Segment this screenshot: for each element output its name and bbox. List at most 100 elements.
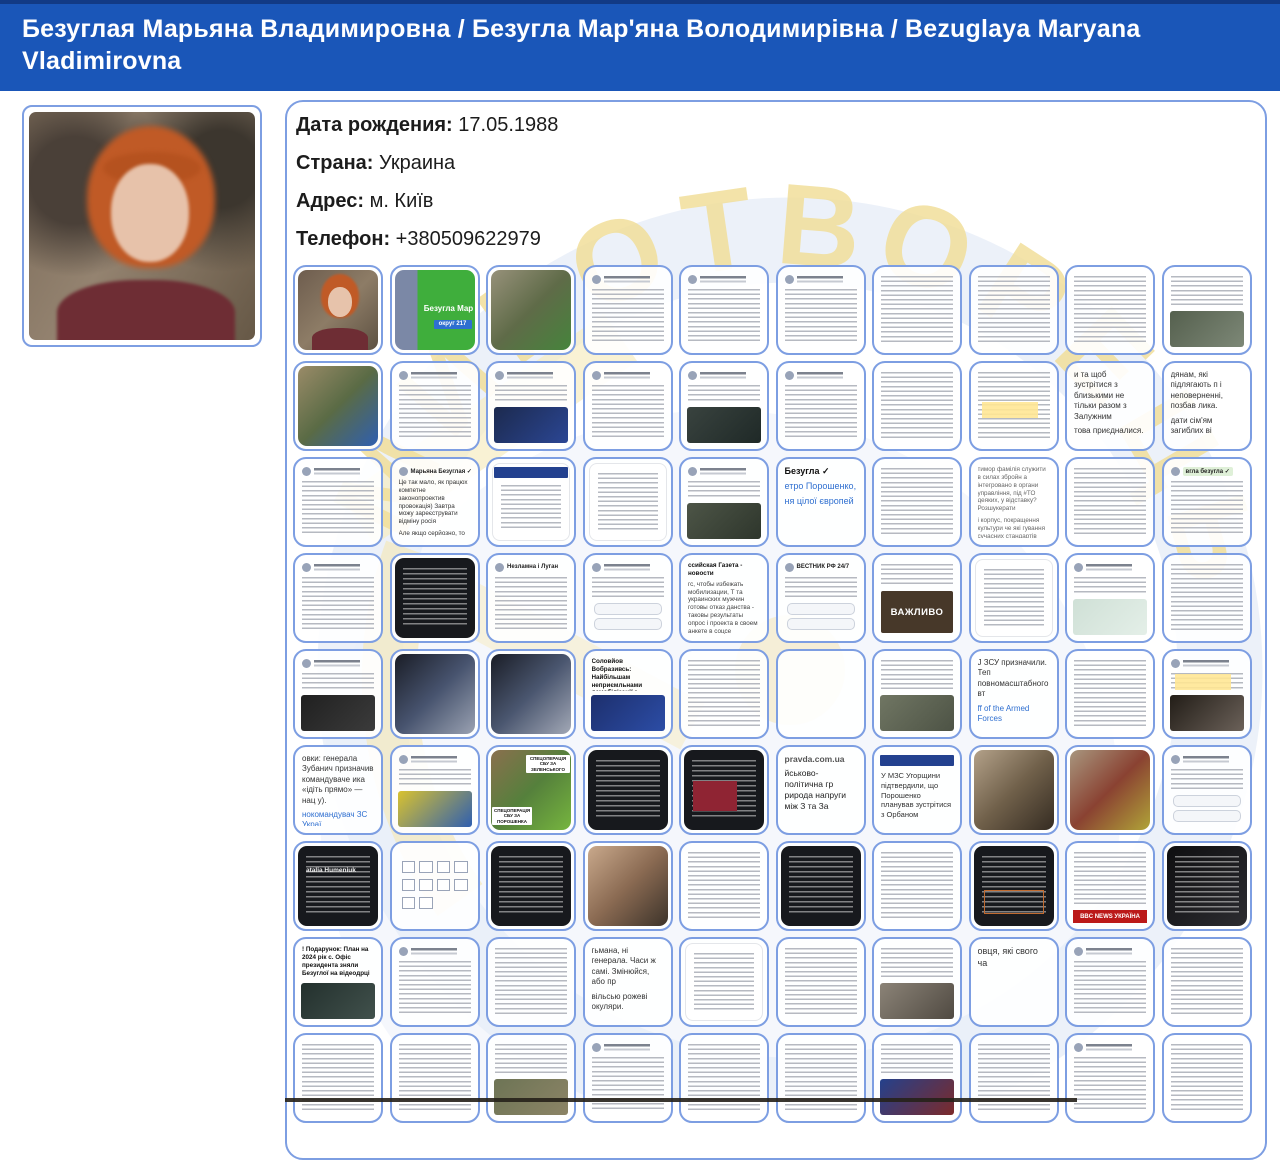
post-thumbnail[interactable] <box>776 361 866 451</box>
text-thumbnail[interactable] <box>872 1033 962 1123</box>
text-thumbnail[interactable] <box>776 937 866 1027</box>
text-thumbnail[interactable] <box>1065 265 1155 355</box>
post-thumbnail[interactable] <box>390 361 480 451</box>
text-thumbnail[interactable]: овця, які свого ча <box>969 937 1059 1027</box>
post-thumbnail[interactable] <box>293 457 383 547</box>
text-thumbnail[interactable] <box>1162 265 1252 355</box>
screenshot-thumbnail[interactable]: atalia Humeniuk <box>293 841 383 931</box>
photo-thumbnail[interactable] <box>293 265 383 355</box>
text-thumbnail[interactable] <box>390 1033 480 1123</box>
blank-thumbnail[interactable] <box>776 649 866 739</box>
post-thumbnail[interactable]: Марьяна Безуглая ✓Це так мало, як працюх… <box>390 457 480 547</box>
text-thumbnail[interactable] <box>679 649 769 739</box>
text-thumbnail[interactable] <box>1162 553 1252 643</box>
text-thumbnail[interactable] <box>872 937 962 1027</box>
poll-thumbnail[interactable] <box>583 553 673 643</box>
post-thumbnail[interactable] <box>1065 553 1155 643</box>
post-thumbnail[interactable] <box>776 265 866 355</box>
photo-thumbnail[interactable] <box>1065 745 1155 835</box>
photo-thumbnail[interactable] <box>293 361 383 451</box>
text-thumbnail[interactable] <box>872 457 962 547</box>
post-thumbnail[interactable] <box>1162 649 1252 739</box>
text-thumbnail[interactable]: pravda.com.uaйськово-політична гр рирода… <box>776 745 866 835</box>
post-thumbnail[interactable] <box>293 649 383 739</box>
post-thumbnail[interactable] <box>390 745 480 835</box>
photo-thumbnail[interactable] <box>969 745 1059 835</box>
post-thumbnail[interactable] <box>1065 937 1155 1027</box>
photo-thumbnail[interactable] <box>390 649 480 739</box>
text-thumbnail[interactable] <box>872 841 962 931</box>
photo-thumbnail[interactable] <box>583 841 673 931</box>
document-thumbnail[interactable] <box>969 553 1059 643</box>
screenshot-thumbnail[interactable] <box>390 553 480 643</box>
author-name-placeholder <box>507 372 553 379</box>
text-thumbnail[interactable] <box>1065 649 1155 739</box>
document-thumbnail[interactable] <box>486 457 576 547</box>
screenshot-thumbnail[interactable] <box>1162 841 1252 931</box>
text-thumbnail[interactable] <box>1162 937 1252 1027</box>
text-thumbnail[interactable]: Соловйов Вобразивсь: Найбільшам неприємл… <box>583 649 673 739</box>
text-thumbnail[interactable] <box>969 265 1059 355</box>
post-thumbnail[interactable] <box>679 265 769 355</box>
text-thumbnail[interactable]: и та щоб зустрітися з близькими не тільк… <box>1065 361 1155 451</box>
text-thumbnail[interactable] <box>679 841 769 931</box>
post-thumbnail[interactable] <box>293 553 383 643</box>
post-thumbnail[interactable] <box>679 457 769 547</box>
text-snippet: овки: генерала Зубанич призначив команду… <box>302 754 374 826</box>
text-thumbnail[interactable]: тимор фамілія служити в силах збройн а і… <box>969 457 1059 547</box>
post-thumbnail[interactable]: вгла безугла ✓ <box>1162 457 1252 547</box>
photo-thumbnail[interactable] <box>486 265 576 355</box>
text-thumbnail[interactable]: Безугла ✓етро Порошенко,ня цілої європей <box>776 457 866 547</box>
text-lines <box>881 468 953 536</box>
text-thumbnail[interactable]: гьмана, ні генерала. Часи ж самі. Змінюй… <box>583 937 673 1027</box>
screenshot-thumbnail[interactable] <box>776 841 866 931</box>
post-thumbnail[interactable] <box>583 265 673 355</box>
post-thumbnail[interactable] <box>679 361 769 451</box>
text-lines <box>694 953 754 1011</box>
diagram-thumbnail[interactable] <box>390 841 480 931</box>
text-thumbnail[interactable]: ! Подарунок: План на 2024 рік с. Офіс пр… <box>293 937 383 1027</box>
screenshot-thumbnail[interactable] <box>679 745 769 835</box>
post-header <box>302 657 374 669</box>
post-thumbnail[interactable] <box>583 361 673 451</box>
text-thumbnail[interactable] <box>1065 457 1155 547</box>
text-thumbnail[interactable] <box>872 265 962 355</box>
screenshot-thumbnail[interactable] <box>583 745 673 835</box>
text-thumbnail[interactable] <box>486 1033 576 1123</box>
text-thumbnail[interactable] <box>872 649 962 739</box>
post-thumbnail[interactable] <box>1065 1033 1155 1123</box>
author-name-placeholder <box>411 948 457 955</box>
text-thumbnail[interactable]: овки: генерала Зубанич призначив команду… <box>293 745 383 835</box>
text-thumbnail[interactable] <box>776 1033 866 1123</box>
screenshot-thumbnail[interactable] <box>969 841 1059 931</box>
text-thumbnail[interactable]: BBC NEWS УКРАЇНА <box>1065 841 1155 931</box>
text-thumbnail[interactable] <box>679 1033 769 1123</box>
thumbnail-image <box>687 503 761 539</box>
post-thumbnail[interactable] <box>583 1033 673 1123</box>
avatar-icon <box>495 371 504 380</box>
text-thumbnail[interactable]: J ЗСУ призначили. Теп повномасштабного в… <box>969 649 1059 739</box>
text-thumbnail[interactable] <box>872 361 962 451</box>
screenshot-thumbnail[interactable] <box>486 841 576 931</box>
photo-thumbnail[interactable] <box>486 649 576 739</box>
post-thumbnail[interactable] <box>486 361 576 451</box>
text-thumbnail[interactable] <box>969 1033 1059 1123</box>
photo-thumbnail[interactable]: СПЕЦОПЕРАЦІЯ СБУ ЗА ЗЕЛЕНСЬКОГОСПЕЦОПЕРА… <box>486 745 576 835</box>
post-header <box>399 753 471 765</box>
post-thumbnail[interactable]: Незламна і Луган <box>486 553 576 643</box>
poll-thumbnail[interactable]: ВЕСТНИК РФ 24/7 <box>776 553 866 643</box>
text-thumbnail[interactable] <box>486 937 576 1027</box>
text-thumbnail[interactable] <box>1162 1033 1252 1123</box>
text-thumbnail[interactable] <box>293 1033 383 1123</box>
document-thumbnail[interactable] <box>583 457 673 547</box>
document-thumbnail[interactable] <box>679 937 769 1027</box>
text-thumbnail[interactable]: У МЗС Угорщини підтвердили, що Порошенко… <box>872 745 962 835</box>
thumbnail-image <box>494 1079 568 1115</box>
post-thumbnail[interactable] <box>390 937 480 1027</box>
photo-thumbnail[interactable]: Безугла Марокруг 217 <box>390 265 480 355</box>
text-thumbnail[interactable] <box>969 361 1059 451</box>
announcement-thumbnail[interactable]: ВАЖЛИВО <box>872 553 962 643</box>
poll-thumbnail[interactable] <box>1162 745 1252 835</box>
text-thumbnail[interactable]: ссийская Газета - новостигс, чтобы избеж… <box>679 553 769 643</box>
text-thumbnail[interactable]: дянам, які підлягають п і неповерненні, … <box>1162 361 1252 451</box>
